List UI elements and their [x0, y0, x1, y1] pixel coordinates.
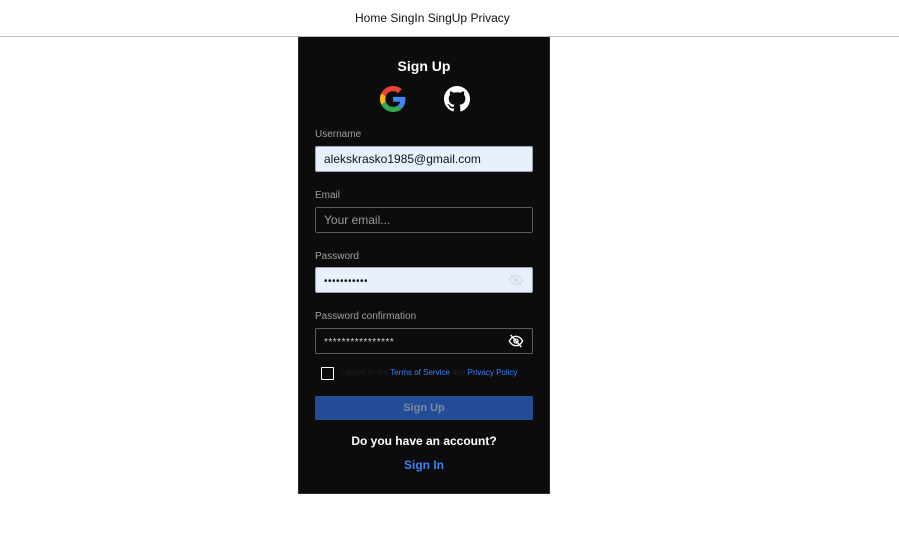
email-placeholder: Your email... [324, 213, 391, 227]
eye-slash-icon[interactable] [508, 334, 524, 348]
nav-signup-link[interactable]: SingUp [428, 11, 467, 25]
signin-link[interactable]: Sign In [299, 458, 549, 472]
google-signin-button[interactable] [380, 86, 406, 112]
eye-slash-icon[interactable] [508, 273, 524, 287]
username-label: Username [315, 129, 362, 140]
terms-conjunction: and [452, 368, 466, 377]
username-value: alekskrasko1985@gmail.com [324, 152, 481, 166]
top-navigation: Home SingIn SingUp Privacy [0, 0, 899, 37]
have-account-text: Do you have an account? [351, 434, 497, 448]
privacy-policy-link[interactable]: Privacy Policy [468, 368, 518, 377]
password-value: ••••••••••• [324, 276, 369, 287]
terms-checkbox[interactable] [321, 367, 334, 380]
password-confirmation-input[interactable]: **************** [315, 328, 533, 354]
nav-privacy-link[interactable]: Privacy [470, 11, 509, 25]
email-label: Email [315, 190, 341, 201]
signup-button[interactable]: Sign Up [315, 396, 533, 420]
password-label: Password [315, 251, 359, 262]
terms-text: I agree to the Terms of Service and Priv… [341, 368, 517, 377]
password-confirmation-label: Password confirmation [315, 311, 417, 322]
email-input[interactable]: Your email... [315, 207, 533, 233]
password-confirmation-value: **************** [324, 337, 395, 348]
username-input[interactable]: alekskrasko1985@gmail.com [315, 146, 533, 172]
nav-links: Home SingIn SingUp Privacy [355, 11, 510, 25]
github-signin-button[interactable] [444, 86, 470, 112]
nav-home-link[interactable]: Home [355, 11, 387, 25]
terms-prefix: I agree to the [341, 368, 389, 377]
terms-agreement: I agree to the Terms of Service and Priv… [321, 367, 541, 381]
signup-card: Sign Up Username alekskrasko1985@gmail.c… [298, 37, 550, 494]
github-icon [444, 86, 470, 112]
form-title: Sign Up [397, 58, 451, 74]
nav-signin-link[interactable]: SingIn [390, 11, 424, 25]
password-input[interactable]: ••••••••••• [315, 267, 533, 293]
google-icon [380, 86, 406, 112]
terms-of-service-link[interactable]: Terms of Service [390, 368, 450, 377]
